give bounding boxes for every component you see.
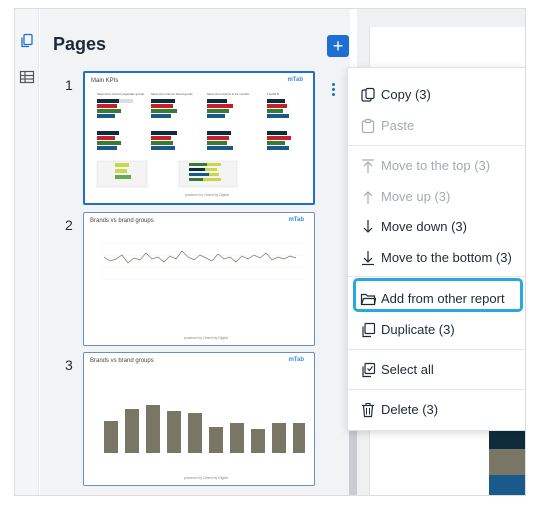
menu-item-move-up[interactable]: Move up (3) (348, 184, 525, 210)
menu-item-select-all[interactable]: Select all (348, 357, 525, 383)
canvas-blue-block (489, 475, 525, 495)
trash-icon (362, 403, 374, 418)
line-chart-preview: powered by Orient by Digital (102, 242, 306, 340)
menu-item-move-to-bottom[interactable]: Move to the bottom (3) (348, 245, 525, 271)
menu-item-paste[interactable]: Paste (348, 113, 525, 139)
plus-icon: + (332, 36, 344, 56)
arrow-to-top-icon (362, 159, 374, 173)
svg-text:Mean Perc Demol bread goods: Mean Perc Demol bread goods (151, 92, 193, 96)
page-options-menu-button[interactable] (328, 79, 338, 99)
add-page-button[interactable]: + (327, 35, 349, 57)
pages-title: Pages (53, 34, 107, 54)
page-thumbnail-3[interactable]: Brands vs brand groups mTab powered by O… (83, 352, 315, 486)
svg-text:Freshli B: Freshli B (267, 92, 279, 96)
menu-item-move-down[interactable]: Move down (3) (348, 214, 525, 240)
page-number: 2 (65, 217, 73, 233)
page-thumbnail-2[interactable]: Brands vs brand groups mTab powered by O… (83, 212, 315, 346)
page-number: 3 (65, 357, 73, 373)
svg-text:powered by Orient by Digital: powered by Orient by Digital (184, 476, 228, 480)
svg-text:Mean Perc Demol vegetable good: Mean Perc Demol vegetable goods (97, 92, 144, 96)
select-all-icon (362, 362, 376, 378)
menu-item-copy[interactable]: Copy (3) (348, 82, 525, 108)
report-editor: Pages + 1 Main KPIs mTab Mean Perc Demol… (14, 8, 526, 496)
arrow-up-icon (363, 191, 373, 204)
page-context-menu: Copy (3) Paste Move to the top (3) Move … (347, 67, 525, 431)
page-thumbnail-1[interactable]: Main KPIs mTab Mean Perc Demol vegetable… (83, 71, 315, 205)
pages-icon[interactable] (17, 31, 37, 51)
paste-icon (361, 118, 375, 134)
menu-item-duplicate[interactable]: Duplicate (3) (348, 317, 525, 343)
page-number: 1 (65, 77, 73, 93)
table-icon[interactable] (17, 67, 37, 87)
arrow-to-bottom-icon (362, 251, 374, 266)
svg-text:Mean Perc Add % in 12 months: Mean Perc Add % in 12 months (207, 92, 250, 96)
highlight-box (353, 278, 523, 312)
menu-item-move-to-top[interactable]: Move to the top (3) (348, 153, 525, 179)
svg-text:powered by Orient by Digital: powered by Orient by Digital (184, 336, 228, 340)
canvas-olive-block (489, 449, 525, 475)
duplicate-icon (362, 322, 376, 338)
arrow-down-icon (363, 220, 373, 233)
menu-item-delete[interactable]: Delete (3) (348, 397, 525, 423)
bar-chart-preview: powered by Orient by Digital (104, 405, 305, 480)
kpi-dashboard-preview: Mean Perc Demol vegetable goods Mean Per… (96, 92, 291, 197)
copy-icon (361, 87, 375, 102)
icon-rail (15, 9, 39, 495)
svg-text:powered by Orient by Digital: powered by Orient by Digital (185, 193, 229, 197)
